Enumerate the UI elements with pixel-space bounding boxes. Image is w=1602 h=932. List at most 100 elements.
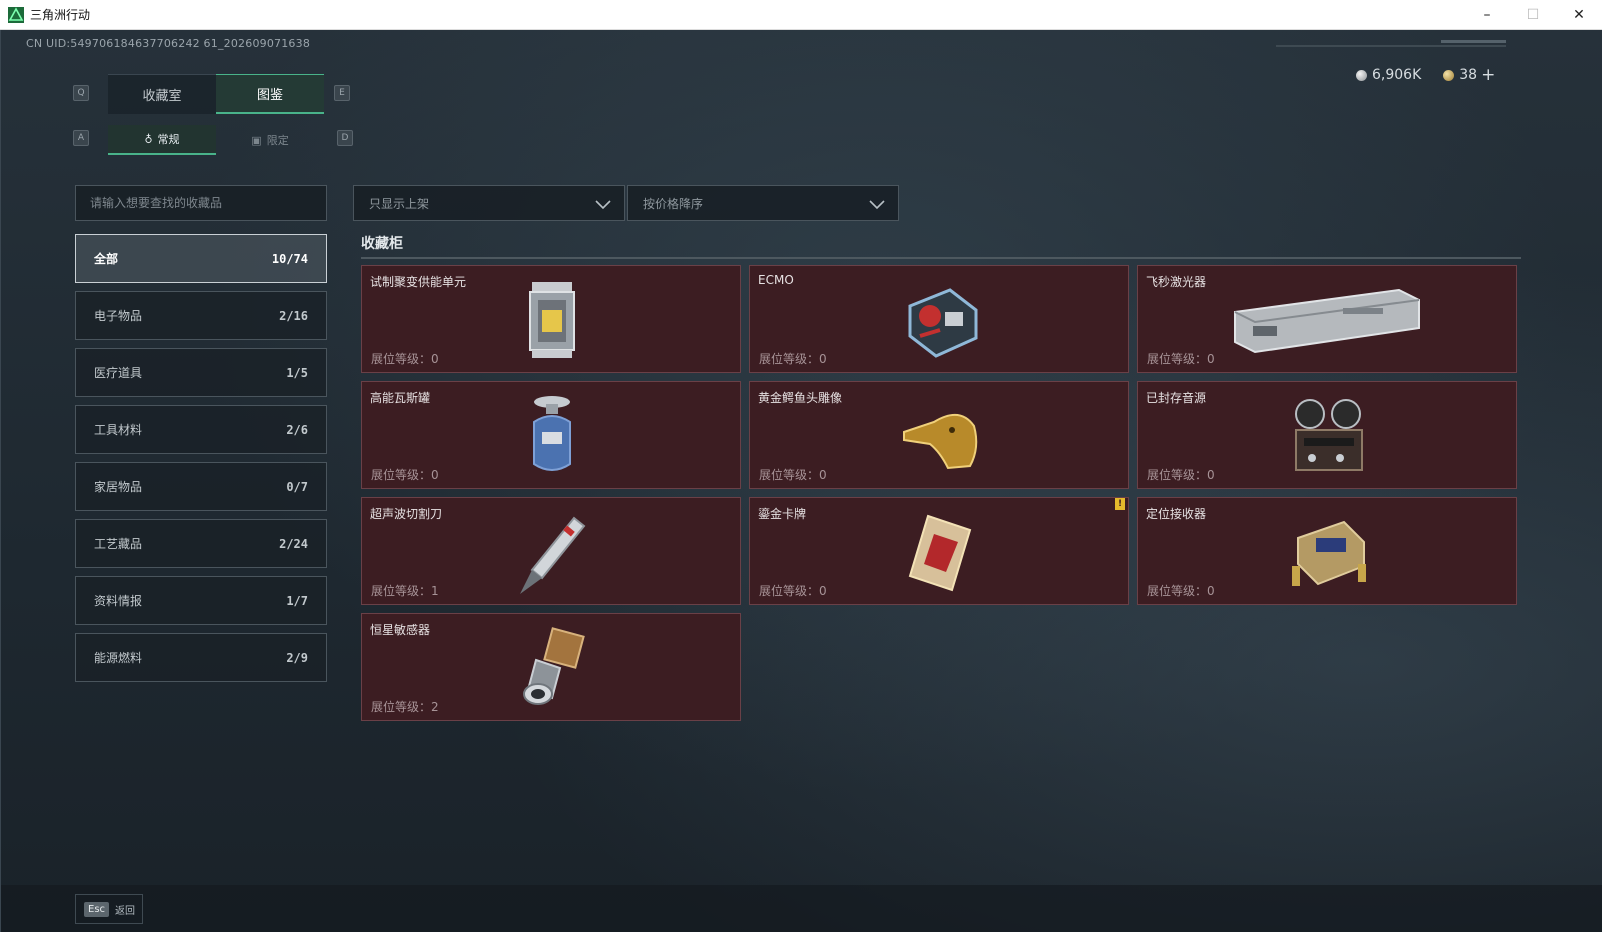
collection-item[interactable]: 定位接收器 展位等级：0 [1137,497,1517,605]
category-medical[interactable]: 医疗道具 1/5 [75,348,327,397]
item-level: 展位等级：0 [759,584,827,598]
currency-display: 6,906K 38 + [1356,65,1517,85]
item-name: 已封存音源 [1146,391,1207,405]
gas-canister-icon [533,396,571,471]
gold-coin-icon [1443,69,1455,81]
category-label: 医疗道具 [94,366,143,380]
warning-icon: ! [1115,498,1125,510]
key-hint-d: D [337,130,353,146]
collection-item[interactable]: 试制聚变供能单元 展位等级：0 [361,265,741,373]
item-level: 展位等级：0 [1147,468,1215,482]
silver-amount: 6,906K [1372,67,1422,83]
category-intel[interactable]: 资料情报 1/7 [75,576,327,625]
gold-crocodile-statue-icon [903,414,978,470]
category-label: 工具材料 [94,423,143,437]
category-household[interactable]: 家居物品 0/7 [75,462,327,511]
gold-currency: 38 + [1443,65,1495,85]
category-count: 2/16 [279,308,308,323]
collection-item[interactable]: 鎏金卡牌 展位等级：0 ! [749,497,1129,605]
tab-limited[interactable]: ▣ 限定 [216,125,324,155]
shelf-filter-value: 只显示上架 [369,196,430,211]
add-currency-button[interactable]: + [1481,65,1495,85]
window-titlebar: 三角洲行动 – ☐ ✕ [0,0,1602,30]
category-label: 全部 [94,252,119,266]
category-count: 2/6 [286,422,308,437]
game-view: CN UID:549706184637706242 61_20260907163… [0,30,1602,932]
category-label: 能源燃料 [94,651,143,665]
collection-item[interactable]: 已封存音源 展位等级：0 [1137,381,1517,489]
tab-collection-room[interactable]: 收藏室 [108,74,216,114]
star-sensor-icon [523,627,585,705]
category-count: 0/7 [286,479,308,494]
item-level: 展位等级：0 [371,468,439,482]
sub-tabs: ♁ 常规 ▣ 限定 [108,125,324,155]
main-tabs: 收藏室 图鉴 [108,74,324,114]
collection-item[interactable]: 高能瓦斯罐 展位等级：0 [361,381,741,489]
item-name: 黄金鳄鱼头雕像 [758,391,843,405]
item-level: 展位等级：0 [371,352,439,366]
positioning-receiver-icon [1292,520,1366,586]
collection-item[interactable]: 黄金鳄鱼头雕像 展位等级：0 [749,381,1129,489]
item-name: 高能瓦斯罐 [370,391,431,405]
chevron-down-icon [595,200,611,210]
category-label: 工艺藏品 [94,537,143,551]
category-label: 电子物品 [94,309,143,323]
item-name: 鎏金卡牌 [758,507,807,521]
item-level: 展位等级：0 [1147,352,1215,366]
fusion-cell-icon [529,282,575,358]
category-count: 2/9 [286,650,308,665]
item-name: 恒星敏感器 [370,623,431,637]
tab-regular[interactable]: ♁ 常规 [108,125,216,155]
collection-item[interactable]: 超声波切割刀 展位等级：1 [361,497,741,605]
item-level: 展位等级：0 [1147,584,1215,598]
tab-limited-label: 限定 [266,134,289,147]
item-name: 超声波切割刀 [370,507,443,521]
back-label: 返回 [115,905,136,917]
maximize-button[interactable]: ☐ [1510,0,1556,30]
category-count: 1/5 [286,365,308,380]
ultrasonic-cutter-icon [520,516,586,594]
category-all[interactable]: 全部 10/74 [75,234,327,283]
reel-recorder-icon [1295,399,1363,471]
bottom-bar [1,885,1602,932]
item-name: ECMO [758,273,794,287]
collection-item[interactable]: ECMO 展位等级：0 [749,265,1129,373]
item-level: 展位等级：2 [371,700,439,714]
decorative-line [1276,45,1506,47]
collection-item[interactable]: 恒星敏感器 展位等级：2 [361,613,741,721]
bottle-icon: ♁ [144,132,153,146]
chevron-down-icon [869,200,885,210]
back-button[interactable]: Esc 返回 [75,894,143,924]
item-level: 展位等级：0 [759,468,827,482]
category-crafts[interactable]: 工艺藏品 2/24 [75,519,327,568]
shelf-filter-dropdown[interactable]: 只显示上架 [353,185,625,221]
item-name: 定位接收器 [1146,507,1207,521]
silver-coin-icon [1356,69,1367,81]
item-level: 展位等级：1 [371,584,439,598]
category-label: 家居物品 [94,480,143,494]
category-label: 资料情报 [94,594,143,608]
item-name: 试制聚变供能单元 [370,275,467,289]
player-uid: CN UID:549706184637706242 61_20260907163… [26,37,311,50]
tab-regular-label: 常规 [157,133,180,146]
tab-catalog[interactable]: 图鉴 [216,74,324,114]
gold-amount: 38 [1459,67,1478,83]
ecmo-machine-icon [908,288,978,358]
esc-key-icon: Esc [84,901,110,917]
category-energy[interactable]: 能源燃料 2/9 [75,633,327,682]
close-button[interactable]: ✕ [1556,0,1602,30]
key-hint-e: E [334,85,350,101]
item-level: 展位等级：0 [759,352,827,366]
minimize-button[interactable]: – [1464,0,1510,30]
search-input[interactable] [75,185,327,221]
key-hint-a: A [73,130,89,146]
key-hint-q: Q [73,85,89,101]
sort-dropdown[interactable]: 按价格降序 [627,185,899,221]
section-divider [361,257,1521,259]
section-title: 收藏柜 [361,236,403,252]
category-count: 10/74 [271,251,308,266]
category-tools[interactable]: 工具材料 2/6 [75,405,327,454]
collection-item[interactable]: 飞秒激光器 展位等级：0 [1137,265,1517,373]
category-electronics[interactable]: 电子物品 2/16 [75,291,327,340]
sort-value: 按价格降序 [643,196,704,211]
